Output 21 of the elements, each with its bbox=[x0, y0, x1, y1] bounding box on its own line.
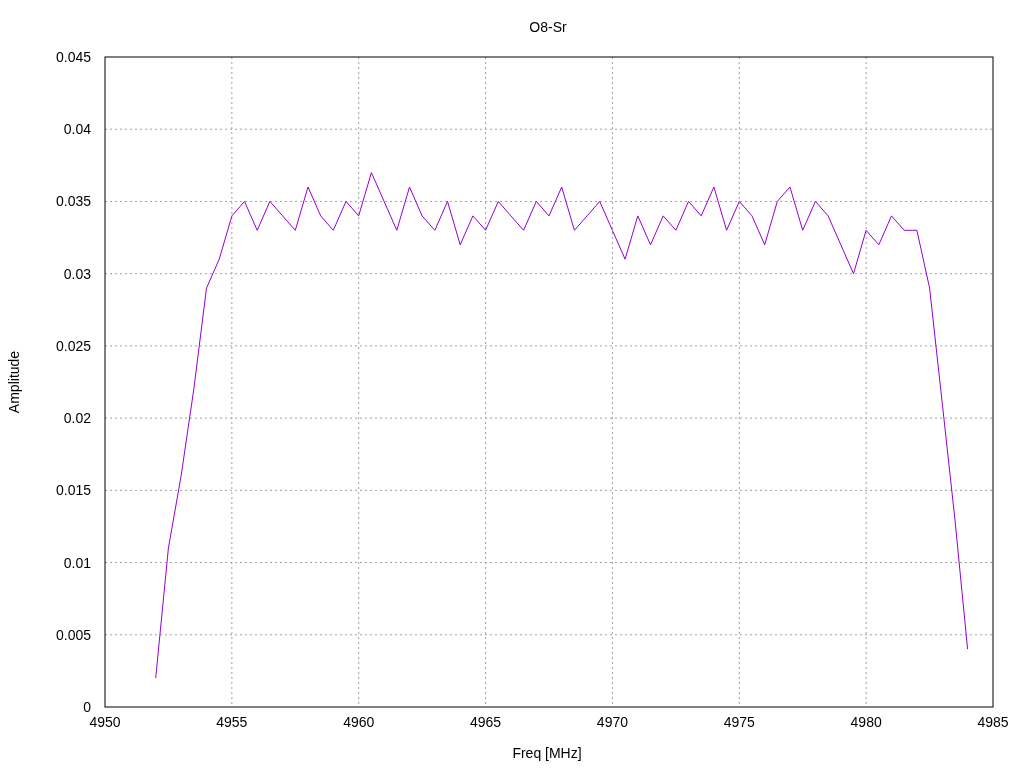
x-tick-label: 4955 bbox=[216, 714, 248, 730]
y-tick-label: 0.015 bbox=[55, 482, 91, 499]
x-axis-label: Freq [MHz] bbox=[512, 745, 582, 761]
x-tick-label: 4950 bbox=[89, 714, 121, 730]
y-tick-label: 0.025 bbox=[55, 337, 91, 354]
x-tick-label: 4965 bbox=[470, 714, 502, 730]
y-tick-label: 0.035 bbox=[55, 193, 91, 210]
x-tick-label: 4960 bbox=[343, 714, 375, 730]
x-tick-label: 4985 bbox=[977, 714, 1009, 730]
y-axis-label: Amplitude bbox=[6, 350, 22, 414]
y-tick-label: 0.045 bbox=[55, 49, 91, 65]
chart-title: O8-Sr bbox=[529, 19, 567, 35]
x-tick-label: 4980 bbox=[850, 714, 882, 730]
x-tick-label: 4975 bbox=[723, 714, 755, 730]
y-tick-label: 0.04 bbox=[63, 121, 91, 138]
y-tick-label: 0 bbox=[83, 699, 91, 715]
y-tick-label: 0.02 bbox=[63, 410, 91, 427]
x-tick-label: 4970 bbox=[596, 714, 628, 730]
y-tick-label: 0.01 bbox=[63, 554, 91, 571]
y-tick-label: 0.03 bbox=[63, 265, 91, 282]
y-tick-label: 0.005 bbox=[55, 626, 91, 643]
